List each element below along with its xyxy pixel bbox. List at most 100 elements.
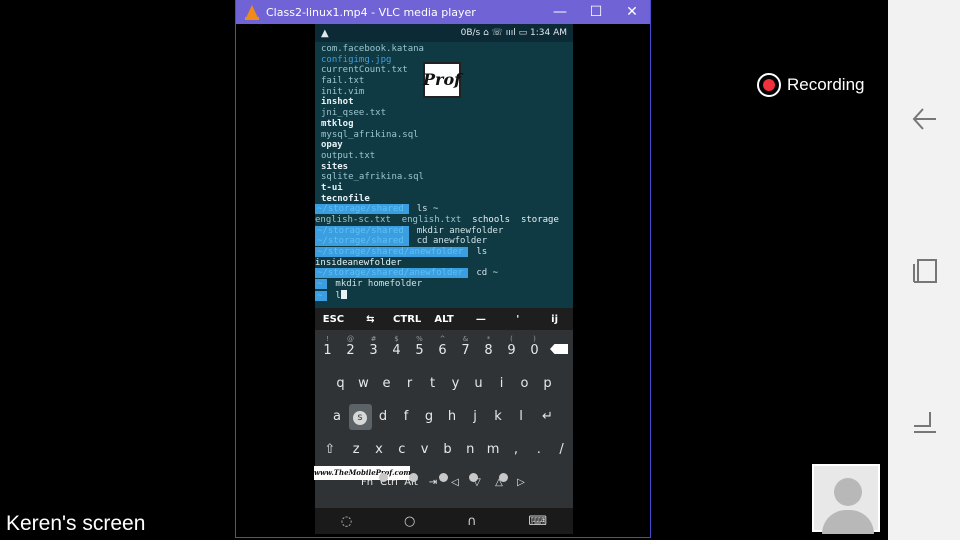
key-label: 7 (461, 343, 470, 358)
file-entry: tecnofile (321, 193, 370, 204)
prompt-path: ~/storage/shared/anewfolder (315, 247, 469, 258)
phone-video-frame: ▲ 0B/s ⌂ ☏ ıııl ▭ 1:34 AM com.facebook.k… (315, 24, 573, 536)
key-symbol: ! (326, 335, 329, 343)
key-u[interactable]: u (467, 376, 490, 391)
command-output: insideanewfolder (315, 258, 402, 268)
key-label: 2 (346, 343, 355, 358)
prompt-path: ~/storage/shared (315, 236, 409, 247)
prompt-path: ~/storage/shared (315, 225, 409, 236)
key-symbol: * (486, 335, 491, 343)
prof-logo: Prof (423, 62, 461, 98)
key-h[interactable]: h (441, 409, 464, 424)
key-j[interactable]: j (464, 409, 487, 424)
prompt-path: ~/storage/shared (315, 204, 409, 215)
key-a[interactable]: a (326, 409, 349, 424)
record-icon (757, 73, 781, 97)
vlc-titlebar[interactable]: Class2-linux1.mp4 - VLC media player — ☐… (236, 0, 650, 24)
keyboard-icon[interactable]: ⌨ (528, 514, 547, 529)
phone-status-bar: ▲ 0B/s ⌂ ☏ ıııl ▭ 1:34 AM (315, 24, 573, 42)
command-text: cd anewfolder (416, 236, 488, 247)
key-b[interactable]: b (436, 442, 459, 457)
key-7[interactable]: & 7 (454, 335, 477, 358)
command-text: ls (476, 247, 488, 258)
key-f[interactable]: f (395, 409, 418, 424)
key-6[interactable]: ^ 6 (431, 335, 454, 358)
vlc-window[interactable]: Class2-linux1.mp4 - VLC media player — ☐… (235, 0, 651, 538)
key-d[interactable]: d (372, 409, 395, 424)
watermark: www.TheMobileProf.com (314, 466, 411, 480)
key-punct[interactable]: / (550, 442, 573, 457)
backspace-key[interactable] (546, 343, 572, 358)
key-k[interactable]: k (487, 409, 510, 424)
extra-key[interactable]: ⇆ (352, 314, 389, 325)
command-text: mkdir homefolder (335, 279, 423, 290)
key-0[interactable]: ) 0 (523, 335, 546, 358)
key-5[interactable]: % 5 (408, 335, 431, 358)
recording-indicator: Recording (757, 73, 865, 97)
output-item: storage (520, 215, 559, 225)
key-c[interactable]: c (390, 442, 413, 457)
participant-avatar[interactable] (812, 464, 880, 534)
file-entry: mysql_afrikina.sql (321, 129, 419, 140)
key-label: 6 (438, 343, 447, 358)
bottom-key[interactable]: ▷ (510, 477, 532, 488)
key-i[interactable]: i (490, 376, 513, 391)
key-e[interactable]: e (375, 376, 398, 391)
extra-key[interactable]: CTRL (389, 314, 426, 325)
enter-key[interactable]: ↵ (533, 409, 563, 424)
prompt-path: ~ (315, 290, 328, 301)
status-indicators: 0B/s ⌂ ☏ ıııl ▭ 1:34 AM (460, 28, 567, 38)
key-3[interactable]: #3 (362, 335, 385, 358)
key-r[interactable]: r (398, 376, 421, 391)
terminal-line: insideanewfolder (315, 258, 573, 269)
key-label: 1 (323, 343, 332, 358)
command-output: english-sc.txt english.txt schools stora… (315, 215, 559, 225)
key-punct[interactable]: . (527, 442, 550, 457)
terminal-line: english-sc.txt english.txt schools stora… (315, 215, 573, 226)
close-button[interactable]: ✕ (614, 4, 650, 20)
key-x[interactable]: x (368, 442, 391, 457)
key-q[interactable]: q (329, 376, 352, 391)
terminal-output: com.facebook.katana configimg.jpg currentC… (315, 42, 573, 308)
key-1[interactable]: ! 1 (316, 335, 339, 358)
extra-key[interactable]: ' (499, 314, 536, 325)
extra-key[interactable]: — (462, 314, 499, 325)
back-icon[interactable]: ∩ (467, 514, 477, 529)
key-g[interactable]: g (418, 409, 441, 424)
home-nav-icon[interactable] (912, 408, 938, 438)
key-t[interactable]: t (421, 376, 444, 391)
key-s[interactable]: s (348, 403, 372, 430)
key-l[interactable]: l (510, 409, 533, 424)
key-o[interactable]: o (513, 376, 536, 391)
terminal-line: ~/storage/shared/anewfolder ls (315, 247, 573, 258)
home-icon[interactable]: ○ (404, 514, 415, 529)
key-y[interactable]: y (444, 376, 467, 391)
key-row-1: qwertyuiop (315, 367, 573, 400)
recent-apps-icon[interactable] (912, 256, 938, 286)
number-row: ! 1 @2 #3 $4% 5 ^ 6 & 7 * 8(9) 0 (315, 334, 573, 367)
key-p[interactable]: p (536, 376, 559, 391)
key-n[interactable]: n (459, 442, 482, 457)
terminal-session: ~/storage/shared ls ~ english-sc.txt engli… (315, 204, 573, 301)
extra-key[interactable]: ALT (426, 314, 463, 325)
key-2[interactable]: @2 (339, 335, 362, 358)
maximize-button[interactable]: ☐ (578, 4, 614, 20)
key-label: 0 (530, 343, 539, 358)
key-v[interactable]: v (413, 442, 436, 457)
minimize-button[interactable]: — (542, 4, 578, 20)
recent-icon[interactable]: ◌ (341, 514, 352, 529)
key-label: 9 (507, 343, 516, 358)
key-z[interactable]: z (345, 442, 368, 457)
key-w[interactable]: w (352, 376, 375, 391)
vlc-cone-icon (244, 4, 260, 20)
key-8[interactable]: * 8 (477, 335, 500, 358)
key-m[interactable]: m (482, 442, 505, 457)
key-punct[interactable]: , (505, 442, 528, 457)
extra-key[interactable]: ij (536, 314, 573, 325)
back-arrow-icon[interactable] (912, 104, 938, 134)
shift-key[interactable]: ⇧ (315, 442, 345, 457)
key-9[interactable]: (9 (500, 335, 523, 358)
key-symbol: ( (510, 335, 513, 343)
key-4[interactable]: $4 (385, 335, 408, 358)
extra-key[interactable]: ESC (315, 314, 352, 325)
